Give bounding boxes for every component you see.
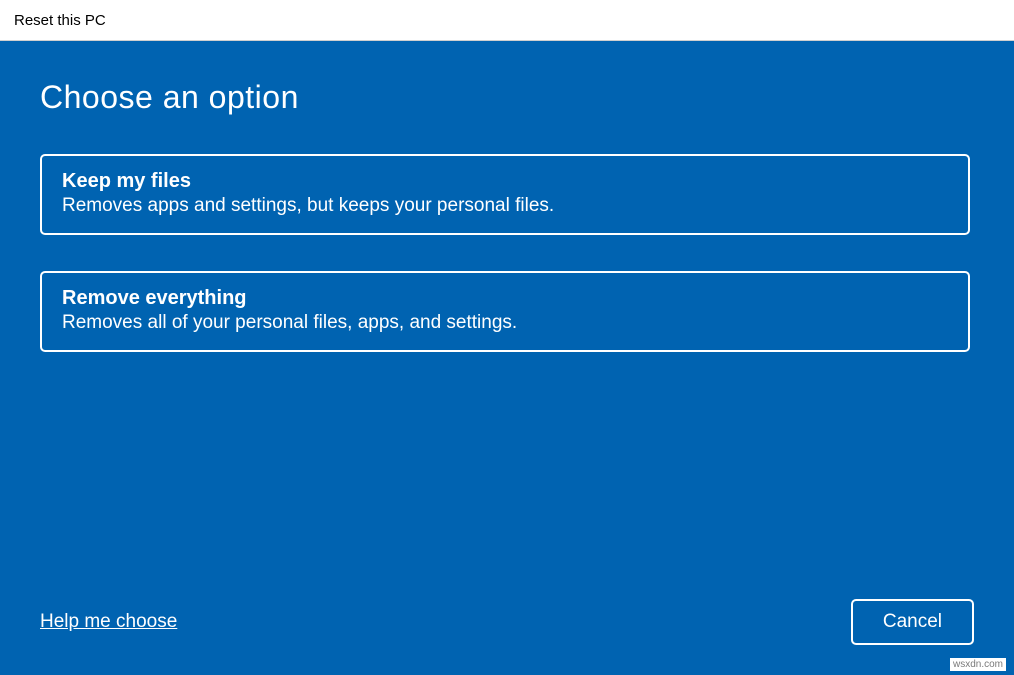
option-remove-description: Removes all of your personal files, apps… [62, 312, 948, 334]
help-me-choose-link[interactable]: Help me choose [40, 611, 177, 633]
option-remove-everything[interactable]: Remove everything Removes all of your pe… [40, 271, 970, 352]
watermark-text: wsxdn.com [950, 658, 1006, 671]
page-heading: Choose an option [40, 79, 974, 116]
option-keep-my-files[interactable]: Keep my files Removes apps and settings,… [40, 154, 970, 235]
option-keep-title: Keep my files [62, 170, 948, 193]
option-remove-title: Remove everything [62, 287, 948, 310]
cancel-button[interactable]: Cancel [851, 599, 974, 645]
window-title-bar: Reset this PC [0, 0, 1014, 41]
option-keep-description: Removes apps and settings, but keeps you… [62, 195, 948, 217]
dialog-footer: Help me choose Cancel [40, 599, 974, 645]
window-title: Reset this PC [14, 12, 106, 29]
dialog-content: Choose an option Keep my files Removes a… [0, 41, 1014, 675]
